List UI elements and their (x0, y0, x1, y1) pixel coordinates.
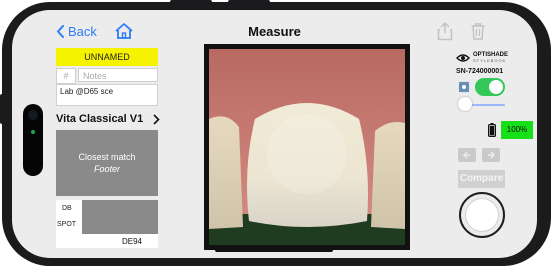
compare-button[interactable]: Compare (458, 170, 505, 188)
slider-handle[interactable] (458, 97, 472, 111)
status-dot (31, 130, 35, 134)
db-label: DB (62, 205, 72, 212)
sample-name-field[interactable]: UNNAMED (56, 48, 158, 66)
capture-button[interactable] (459, 192, 505, 238)
trash-icon[interactable] (470, 22, 486, 40)
next-button[interactable] (482, 148, 500, 162)
capture-button-inner (465, 198, 499, 232)
shade-guide-label: Vita Classical V1 (56, 113, 144, 125)
arrow-right-icon (488, 151, 496, 159)
db-swatch (82, 200, 158, 234)
spot-label: SPOT (57, 221, 77, 228)
tooth-image (209, 49, 405, 245)
color-space-label: Lab @D65 sce (56, 84, 158, 106)
battery-level: 100% (501, 121, 533, 139)
camera-mode-icon[interactable] (458, 81, 470, 93)
toggle-knob (489, 80, 503, 94)
app-screen: Back Measure UNNAMED # Notes Lab @D65 sc… (12, 10, 537, 258)
battery-icon (488, 123, 497, 138)
brand-subtitle: STYLEBOOK (473, 58, 507, 63)
device-serial: SN-724000001 (456, 68, 504, 75)
closest-match-footer: Footer (93, 164, 120, 174)
side-button (0, 94, 4, 124)
previous-button[interactable] (458, 148, 476, 162)
volume-button (170, 0, 212, 4)
closest-match-title: Closest match (78, 152, 136, 162)
shade-guide-selector[interactable]: Vita Classical V1 (56, 112, 160, 126)
dynamic-island (23, 104, 43, 176)
front-camera-icon (28, 110, 38, 120)
closest-match-swatch: Closest match Footer (56, 130, 158, 196)
light-toggle[interactable] (475, 78, 505, 96)
share-icon[interactable] (437, 21, 453, 41)
page-title: Measure (248, 24, 301, 39)
arrow-left-icon (462, 151, 470, 159)
home-indicator[interactable] (215, 248, 333, 252)
chevron-right-icon (153, 113, 160, 125)
eye-icon (456, 53, 470, 62)
volume-button (228, 0, 270, 4)
sample-number-field[interactable]: # (56, 68, 76, 84)
notes-field[interactable]: Notes (78, 68, 158, 82)
delta-e-label: DE94 (56, 236, 158, 248)
brand-logo: OPTISHADE STYLEBOOK (456, 52, 508, 63)
